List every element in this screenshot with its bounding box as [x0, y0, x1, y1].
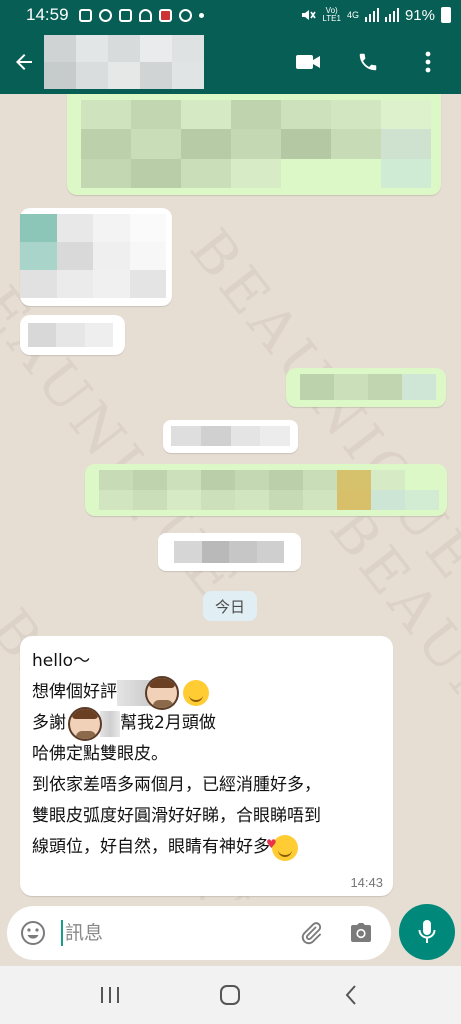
signal-icon: [364, 8, 379, 22]
more-options-icon: [425, 51, 431, 73]
message-time: 14:43: [350, 875, 383, 890]
status-time: 14:59: [26, 5, 69, 24]
vpn-notification-icon: [178, 8, 192, 22]
recent-apps-button[interactable]: [90, 975, 130, 1015]
message-line: 多謝 幫我2月頭做: [32, 706, 392, 741]
person-notification-icon: [138, 8, 152, 22]
incoming-image-redacted[interactable]: [20, 208, 172, 306]
more-options-button[interactable]: [411, 45, 445, 79]
date-chip: 今日: [203, 591, 257, 621]
mute-icon: [302, 10, 317, 20]
notification-icons: [78, 8, 204, 22]
message-input-box[interactable]: 訊息: [7, 906, 391, 960]
system-message-redacted: [163, 420, 298, 453]
voice-record-button[interactable]: [399, 904, 455, 960]
camera-button[interactable]: [341, 913, 381, 953]
smiling-emoji-icon: [183, 679, 209, 706]
network-gen: 4G: [346, 10, 359, 20]
back-arrow-icon: [16, 54, 32, 70]
dot-icon: [198, 12, 204, 18]
message-input[interactable]: 訊息: [61, 920, 103, 946]
chat-area[interactable]: BEAUNIQUE BEAUNIQUE BEAUNIQUE BEAUNIQUE: [0, 94, 461, 900]
incoming-message[interactable]: hello～ 想俾個好評 多謝 幫我2月頭做 哈佛定點雙眼皮。 到依家差唔多兩個…: [20, 636, 393, 896]
emoji-icon: [21, 921, 45, 945]
emoji-button[interactable]: [11, 911, 55, 955]
contact-name-redacted[interactable]: [44, 35, 204, 89]
message-line: 線頭位，好自然，眼睛有神好多: [32, 829, 392, 863]
outgoing-message-redacted[interactable]: [67, 94, 441, 195]
outgoing-message-redacted[interactable]: [286, 368, 446, 407]
network-label: Vo) LTE1: [322, 6, 341, 23]
incoming-message-redacted[interactable]: [20, 315, 125, 355]
system-navigation-bar: [0, 966, 461, 1024]
signal-2-icon: [384, 8, 399, 22]
message-line: 到依家差唔多兩個月，已經消腫好多，: [32, 775, 321, 795]
mail-notification-icon: [118, 8, 132, 22]
voice-call-button[interactable]: [351, 45, 385, 79]
status-right: Vo) LTE1 4G 91%: [300, 7, 451, 24]
chat-header: [0, 30, 461, 94]
calendar-notification-icon: [158, 8, 172, 22]
status-bar: 14:59 Vo) LTE1 4G 91%: [0, 0, 461, 30]
camera-icon: [351, 923, 371, 942]
message-line: 哈佛定點雙眼皮。: [32, 744, 168, 764]
compose-bar: 訊息: [0, 900, 461, 966]
home-icon: [220, 985, 241, 1005]
settings-notification-icon: [98, 8, 112, 22]
microphone-icon: [418, 920, 436, 943]
avatar-sticker-icon: [68, 706, 102, 741]
attach-button[interactable]: [291, 913, 331, 953]
video-call-icon: [296, 55, 320, 69]
redacted-name: [100, 710, 120, 737]
paperclip-icon: [301, 922, 322, 945]
smiling-hearts-emoji-icon: [266, 829, 298, 861]
battery-percent: 91%: [404, 6, 435, 24]
chat-notification-icon: [78, 8, 92, 22]
system-message-redacted: [158, 533, 301, 571]
back-chevron-icon: [345, 985, 356, 1005]
outgoing-message-redacted[interactable]: [85, 464, 447, 516]
recent-apps-icon: [101, 987, 120, 1003]
battery-icon: [441, 7, 451, 23]
message-line: hello～: [32, 651, 91, 671]
message-line: 雙眼皮弧度好圓滑好好睇，合眼睇唔到: [32, 806, 321, 826]
avatar-sticker-icon: [145, 675, 179, 710]
video-call-button[interactable]: [291, 45, 325, 79]
home-button[interactable]: [210, 975, 250, 1015]
message-line: 想俾個好評: [32, 675, 392, 710]
phone-icon: [359, 53, 377, 71]
back-button[interactable]: [4, 42, 44, 82]
back-nav-button[interactable]: [331, 975, 371, 1015]
